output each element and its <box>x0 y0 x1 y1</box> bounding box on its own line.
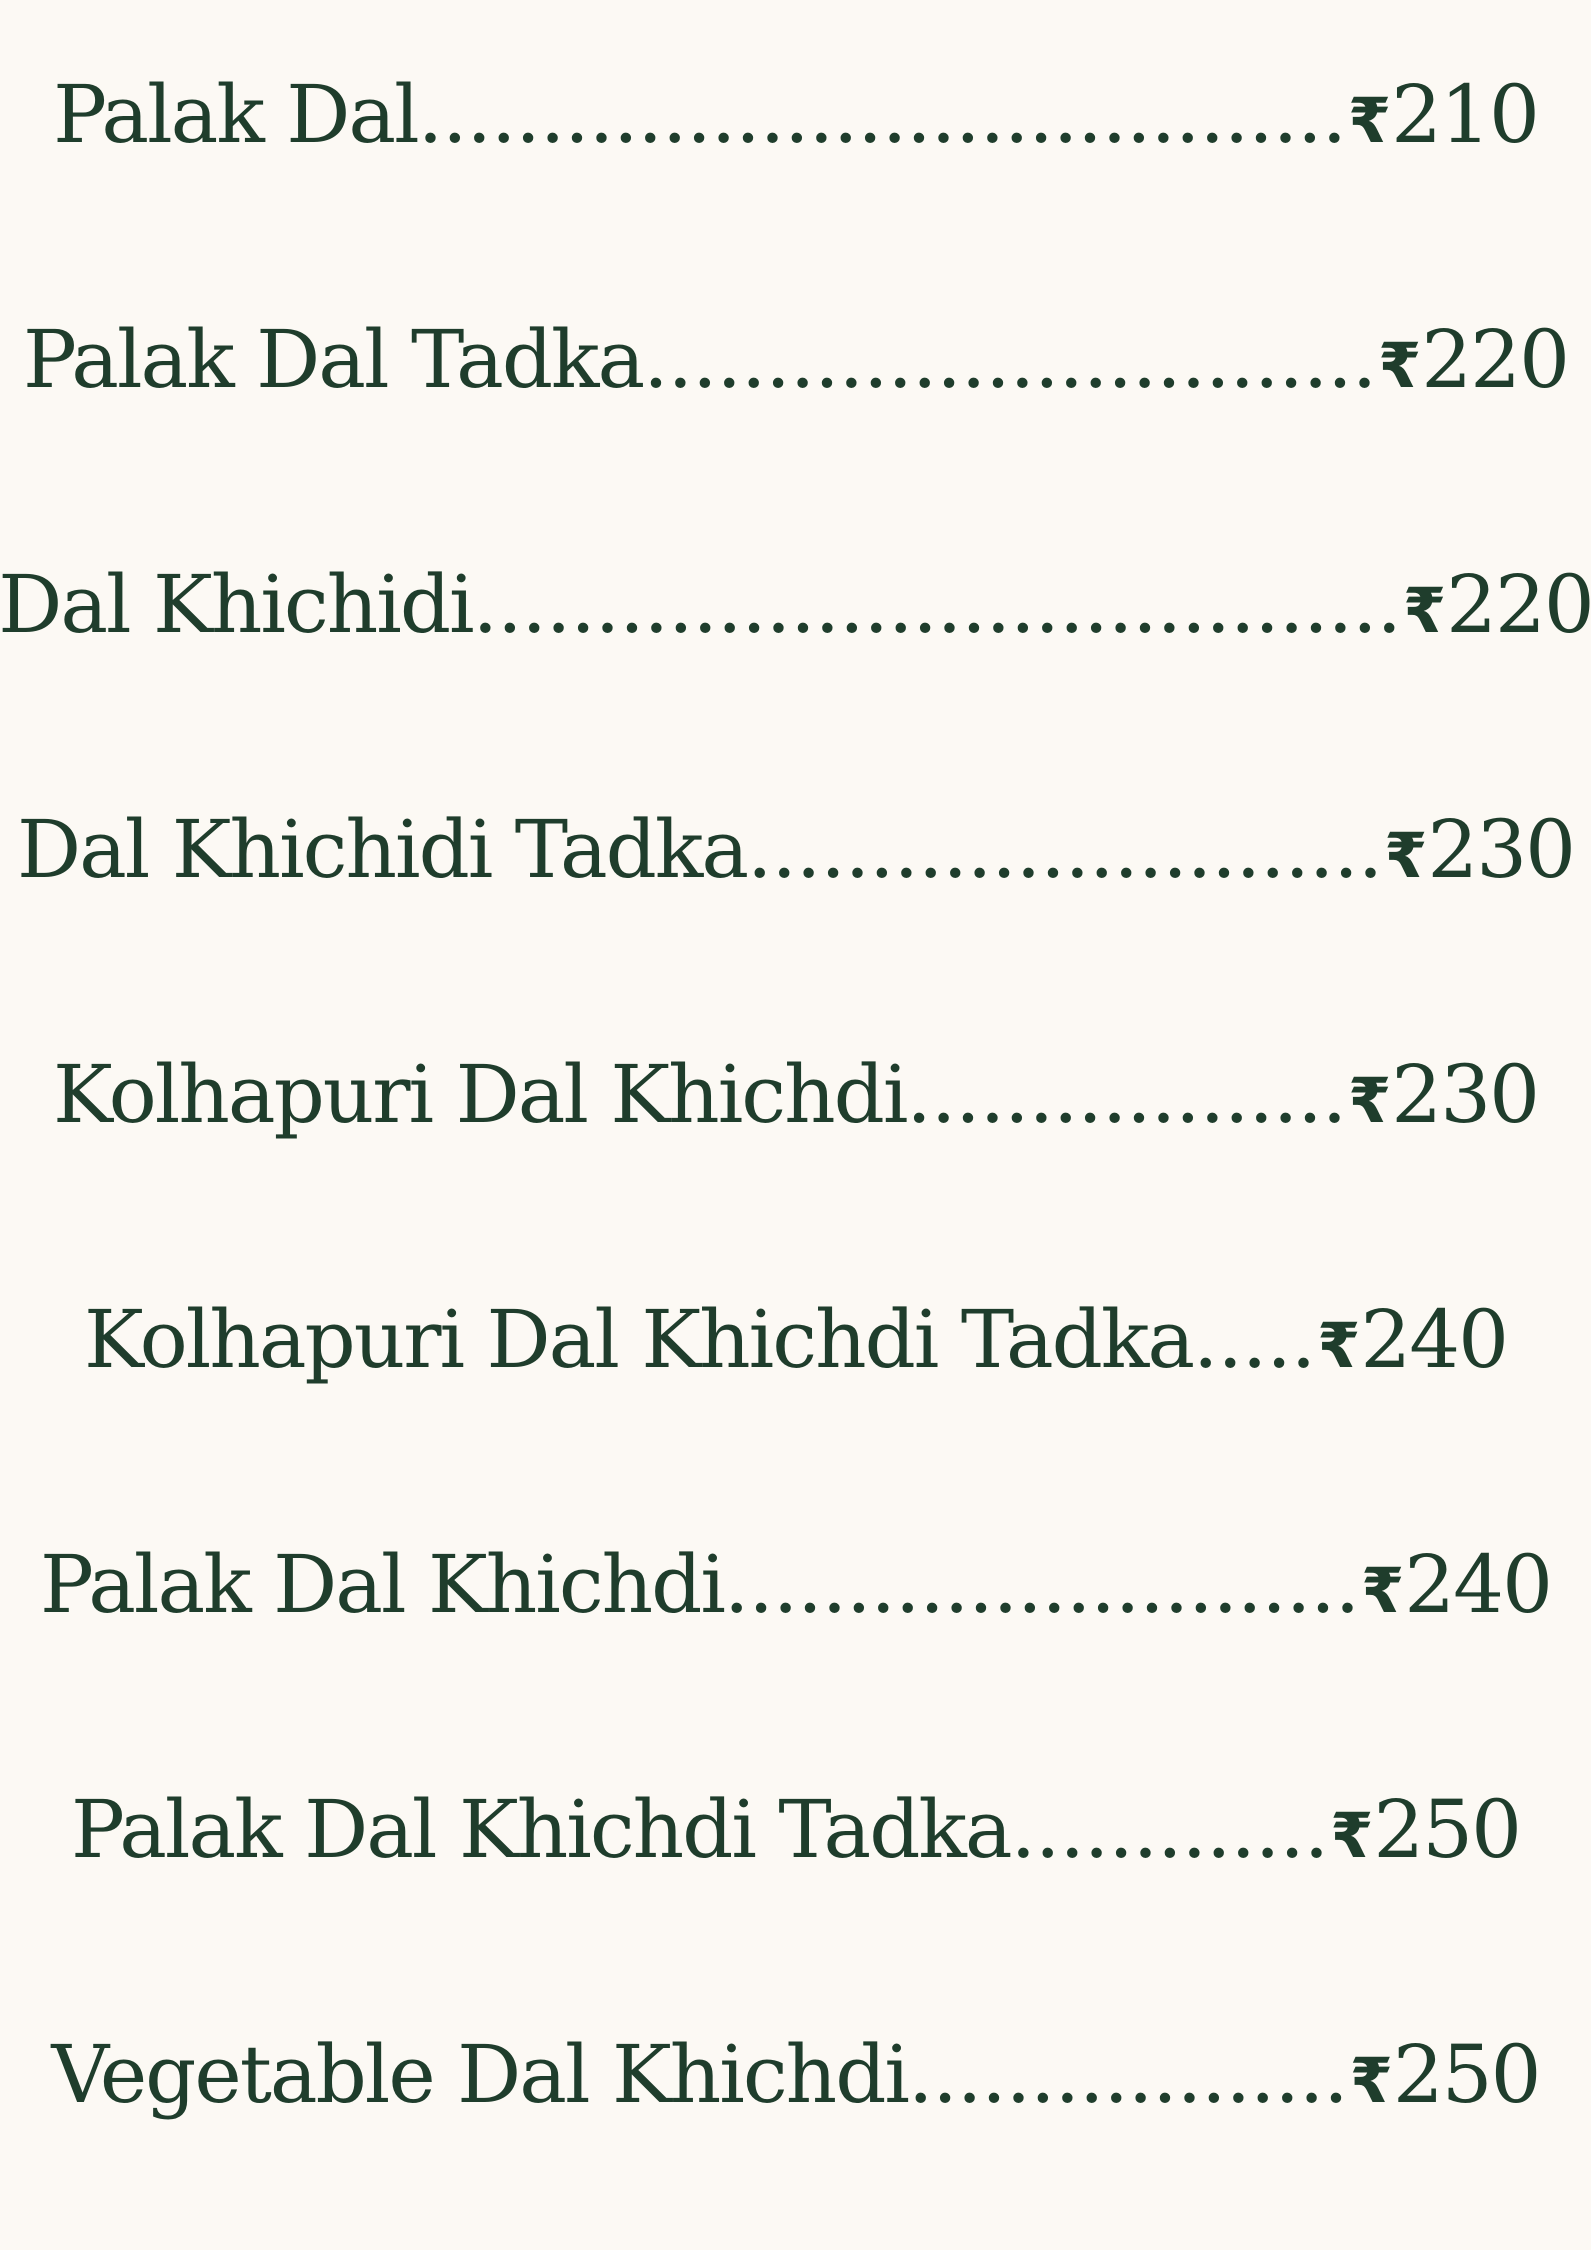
menu-item-price: 240 <box>1404 1538 1553 1631</box>
menu-item-name: Palak Dal Khichdi Tadka <box>70 1783 1013 1876</box>
dot-leader: .......................... <box>747 803 1383 896</box>
menu-item-price: 230 <box>1427 803 1576 896</box>
rupee-icon: ₹ <box>1361 1554 1404 1627</box>
menu-item-palak-dal-khichdi-tadka: Palak Dal Khichdi Tadka ............. ₹ … <box>0 1775 1591 1885</box>
menu-item-price: 250 <box>1392 2028 1542 2121</box>
dot-leader: .................. <box>908 2028 1349 2121</box>
dal-khichdi-menu-page: Palak Dal ..............................… <box>0 0 1591 2250</box>
dot-leader: .................. <box>906 1048 1347 1141</box>
menu-item-palak-dal: Palak Dal ..............................… <box>0 60 1591 170</box>
menu-item-price: 230 <box>1391 1048 1540 1141</box>
rupee-icon: ₹ <box>1348 1064 1391 1137</box>
menu-item-price: 250 <box>1373 1783 1522 1876</box>
menu-item-name: Dal Khichidi <box>0 558 475 651</box>
dot-leader: ............. <box>1010 1783 1330 1876</box>
menu-item-price: 220 <box>1421 313 1570 406</box>
menu-item-kolhapuri-dal-khichdi: Kolhapuri Dal Khichdi ..................… <box>0 1040 1591 1150</box>
rupee-icon: ₹ <box>1330 1799 1373 1872</box>
menu-item-name: Vegetable Dal Khichdi <box>51 2028 910 2121</box>
dot-leader: ..... <box>1193 1293 1316 1386</box>
rupee-icon: ₹ <box>1378 329 1421 402</box>
menu-item-dal-khichidi: Dal Khichidi ...........................… <box>0 550 1591 660</box>
menu-item-line: Palak Dal Khichdi Tadka ............. ₹ … <box>70 1783 1522 1876</box>
menu-item-vegetable-dal-khichdi: Vegetable Dal Khichdi ..................… <box>0 2020 1591 2130</box>
menu-item-line: Kolhapuri Dal Khichdi Tadka ..... ₹ 240 <box>83 1293 1509 1386</box>
menu-item-line: Dal Khichidi Tadka .....................… <box>16 803 1576 896</box>
menu-item-line: Vegetable Dal Khichdi ..................… <box>51 2028 1542 2121</box>
dot-leader: .............................. <box>643 313 1377 406</box>
menu-item-name: Dal Khichidi Tadka <box>16 803 749 896</box>
menu-item-price: 210 <box>1391 68 1540 161</box>
menu-item-price: 240 <box>1360 1293 1509 1386</box>
dot-leader: ...................................... <box>472 558 1402 651</box>
menu-item-kolhapuri-dal-khichdi-tadka: Kolhapuri Dal Khichdi Tadka ..... ₹ 240 <box>0 1285 1591 1395</box>
rupee-icon: ₹ <box>1348 84 1391 157</box>
dot-leader: ...................................... <box>417 68 1347 161</box>
rupee-icon: ₹ <box>1349 2044 1393 2117</box>
menu-item-palak-dal-tadka: Palak Dal Tadka ........................… <box>0 305 1591 415</box>
menu-item-price: 220 <box>1446 558 1591 651</box>
menu-item-name: Kolhapuri Dal Khichdi Tadka <box>83 1293 1195 1386</box>
menu-item-name: Palak Dal <box>53 68 420 161</box>
menu-item-line: Dal Khichidi ...........................… <box>0 565 1591 645</box>
menu-item-name: Palak Dal Tadka <box>23 313 645 406</box>
menu-item-name: Palak Dal Khichdi <box>40 1538 726 1631</box>
menu-item-line: Palak Dal Tadka ........................… <box>23 313 1570 406</box>
menu-item-line: Kolhapuri Dal Khichdi ..................… <box>52 1048 1540 1141</box>
rupee-icon: ₹ <box>1317 1309 1360 1382</box>
menu-item-palak-dal-khichdi: Palak Dal Khichdi ......................… <box>0 1530 1591 1640</box>
menu-item-name: Kolhapuri Dal Khichdi <box>52 1048 908 1141</box>
dot-leader: .......................... <box>723 1538 1360 1631</box>
menu-item-dal-khichidi-tadka: Dal Khichidi Tadka .....................… <box>0 795 1591 905</box>
menu-item-line: Palak Dal ..............................… <box>53 68 1540 161</box>
menu-item-line: Palak Dal Khichdi ......................… <box>40 1538 1553 1631</box>
rupee-icon: ₹ <box>1402 574 1446 647</box>
rupee-icon: ₹ <box>1384 819 1427 892</box>
